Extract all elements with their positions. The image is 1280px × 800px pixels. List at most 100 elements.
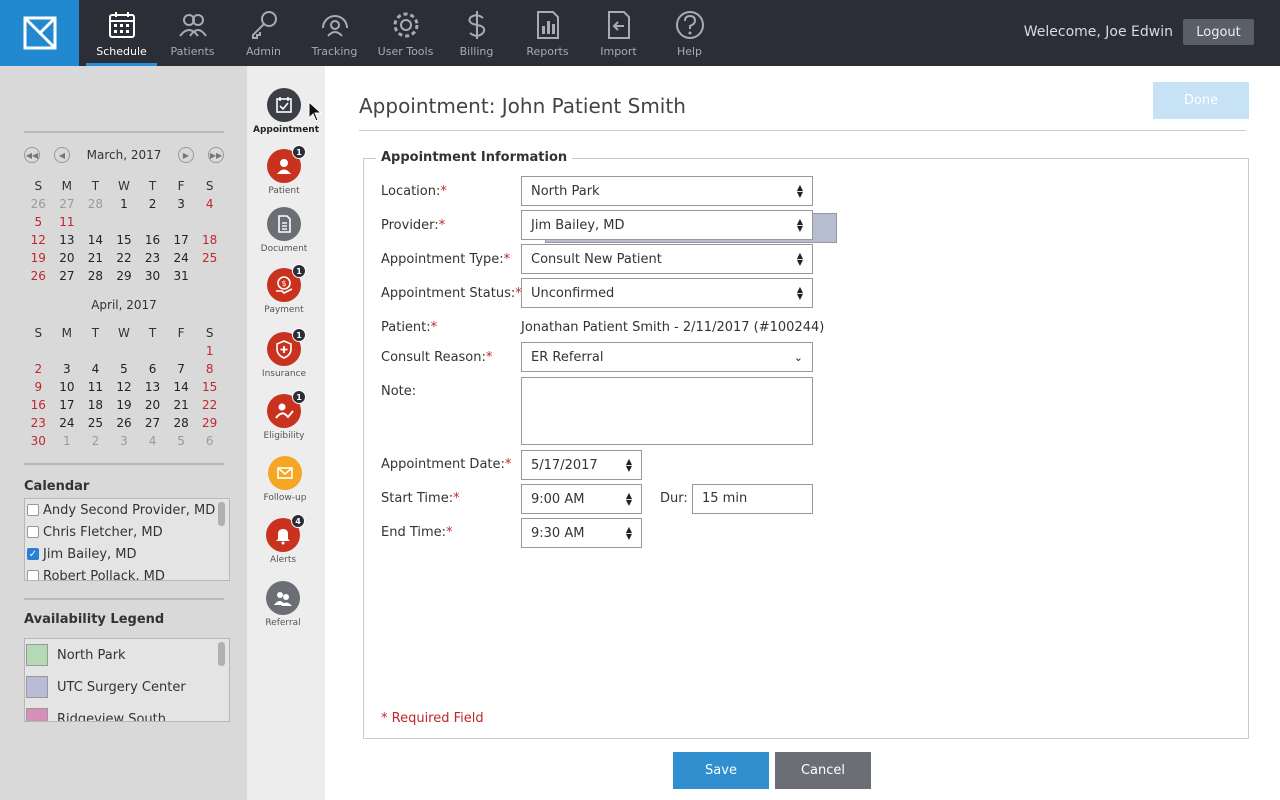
calendar-day[interactable]: 2: [138, 195, 167, 213]
calendar-day[interactable]: 20: [53, 249, 82, 267]
provider-list-item[interactable]: Andy Second Provider, MD: [25, 499, 229, 521]
done-button[interactable]: Done: [1153, 82, 1249, 119]
calendar-day[interactable]: 21: [81, 249, 110, 267]
calendar-day[interactable]: 29: [110, 267, 139, 285]
calendar-day[interactable]: 16: [24, 396, 53, 414]
calendar-day[interactable]: 25: [195, 249, 224, 267]
sidebar-item-alerts[interactable]: 4 Alerts: [247, 514, 319, 565]
calendar-day[interactable]: 14: [167, 378, 196, 396]
calendar-day[interactable]: 10: [53, 378, 82, 396]
calendar-day[interactable]: 11: [81, 378, 110, 396]
calendar-day[interactable]: 3: [53, 360, 82, 378]
nav-user-tools[interactable]: User Tools: [370, 0, 441, 66]
nav-help[interactable]: Help: [654, 0, 725, 66]
provider-list[interactable]: Andy Second Provider, MD Chris Fletcher, …: [24, 498, 230, 581]
provider-select[interactable]: Jim Bailey, MD ▲ ▼: [521, 210, 813, 240]
calendar-day[interactable]: 15: [110, 231, 139, 249]
calendar-day[interactable]: 28: [81, 267, 110, 285]
calendar-day[interactable]: 23: [24, 414, 53, 432]
nav-patients[interactable]: Patients: [157, 0, 228, 66]
end-time-input[interactable]: 9:30 AM ▲ ▼: [521, 518, 642, 548]
calendar-day[interactable]: 28: [167, 414, 196, 432]
calendar-day[interactable]: 4: [81, 360, 110, 378]
calendar-day[interactable]: 23: [138, 249, 167, 267]
calendar-day[interactable]: 6: [195, 432, 224, 450]
calendar-day[interactable]: 4: [138, 432, 167, 450]
calendar-day[interactable]: 3: [110, 432, 139, 450]
sidebar-item-eligibility[interactable]: 1 Eligibility: [248, 390, 320, 441]
sidebar-item-patient[interactable]: 1 Patient: [248, 145, 320, 196]
logout-button[interactable]: Logout: [1183, 19, 1254, 45]
calendar-day[interactable]: 13: [138, 378, 167, 396]
calendar-day[interactable]: 19: [24, 249, 53, 267]
nav-tracking[interactable]: Tracking: [299, 0, 370, 66]
app-logo[interactable]: [0, 0, 79, 66]
calendar-day[interactable]: 19: [110, 396, 139, 414]
sidebar-item-insurance[interactable]: 1 Insurance: [248, 328, 320, 379]
provider-checkbox[interactable]: [27, 504, 39, 516]
sidebar-item-document[interactable]: Document: [248, 207, 320, 254]
cancel-button[interactable]: Cancel: [775, 752, 871, 789]
first-month-icon[interactable]: ◀◀: [24, 147, 40, 163]
calendar-day[interactable]: 21: [167, 396, 196, 414]
appointment-date-input[interactable]: 5/17/2017 ▲ ▼: [521, 450, 642, 480]
calendar-day[interactable]: 22: [195, 396, 224, 414]
consult-reason-select[interactable]: ER Referral ⌄: [521, 342, 813, 372]
calendar-day[interactable]: 1: [195, 342, 224, 360]
provider-checkbox[interactable]: ✓: [27, 548, 39, 560]
nav-import[interactable]: Import: [583, 0, 654, 66]
appointment-type-select[interactable]: Consult New Patient ▲ ▼: [521, 244, 813, 274]
calendar-day[interactable]: 5: [24, 213, 53, 231]
next-month-icon[interactable]: ▶: [178, 147, 194, 163]
provider-checkbox[interactable]: [27, 526, 39, 538]
calendar-day[interactable]: 14: [81, 231, 110, 249]
nav-reports[interactable]: Reports: [512, 0, 583, 66]
calendar-day[interactable]: 9: [24, 378, 53, 396]
calendar-day[interactable]: 5: [110, 360, 139, 378]
duration-input[interactable]: 15 min: [692, 484, 813, 514]
scrollbar[interactable]: [218, 502, 225, 526]
location-select[interactable]: North Park ▲ ▼: [521, 176, 813, 206]
calendar-day[interactable]: 13: [53, 231, 82, 249]
calendar-day[interactable]: 8: [195, 360, 224, 378]
calendar-day[interactable]: 28: [81, 195, 110, 213]
calendar-day[interactable]: 15: [195, 378, 224, 396]
calendar-day[interactable]: 1: [110, 195, 139, 213]
calendar-day[interactable]: 22: [110, 249, 139, 267]
calendar-day[interactable]: 2: [24, 360, 53, 378]
prev-month-icon[interactable]: ◀: [54, 147, 70, 163]
calendar-day[interactable]: 3: [167, 195, 196, 213]
nav-admin[interactable]: Admin: [228, 0, 299, 66]
calendar-day[interactable]: 6: [138, 360, 167, 378]
start-time-input[interactable]: 9:00 AM ▲ ▼: [521, 484, 642, 514]
calendar-day[interactable]: 29: [195, 414, 224, 432]
calendar-day[interactable]: 7: [167, 360, 196, 378]
calendar-day[interactable]: 12: [24, 231, 53, 249]
calendar-day[interactable]: 31: [167, 267, 196, 285]
calendar-day[interactable]: 30: [138, 267, 167, 285]
appointment-status-select[interactable]: Unconfirmed ▲ ▼: [521, 278, 813, 308]
calendar-day[interactable]: 5: [167, 432, 196, 450]
calendar-day[interactable]: 17: [167, 231, 196, 249]
calendar-day[interactable]: 27: [138, 414, 167, 432]
nav-billing[interactable]: Billing: [441, 0, 512, 66]
sidebar-item-payment[interactable]: $ 1 Payment: [248, 264, 320, 315]
calendar-day[interactable]: 26: [110, 414, 139, 432]
calendar-day[interactable]: 4: [195, 195, 224, 213]
calendar-day[interactable]: 16: [138, 231, 167, 249]
calendar-day[interactable]: 25: [81, 414, 110, 432]
calendar-day[interactable]: 24: [167, 249, 196, 267]
calendar-day[interactable]: 30: [24, 432, 53, 450]
calendar-day[interactable]: 12: [110, 378, 139, 396]
provider-list-item[interactable]: Robert Pollack, MD: [25, 565, 229, 580]
calendar-day[interactable]: 20: [138, 396, 167, 414]
calendar-day[interactable]: 26: [24, 267, 53, 285]
sidebar-item-referral[interactable]: Referral: [247, 581, 319, 628]
calendar-day[interactable]: 1: [53, 432, 82, 450]
calendar-day[interactable]: 27: [53, 195, 82, 213]
calendar-day[interactable]: 27: [53, 267, 82, 285]
calendar-day[interactable]: 18: [81, 396, 110, 414]
calendar-day[interactable]: 18: [195, 231, 224, 249]
calendar-day[interactable]: 24: [53, 414, 82, 432]
provider-list-item[interactable]: Chris Fletcher, MD: [25, 521, 229, 543]
